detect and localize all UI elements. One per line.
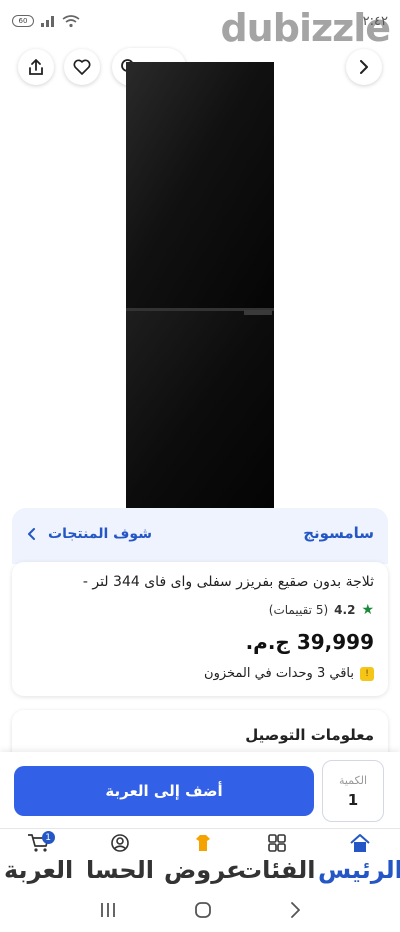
nav-categories[interactable]: الفئات [238,831,315,887]
account-icon [109,831,131,855]
product-price: 39,999 ج.م. [245,630,374,654]
favorite-button[interactable] [64,49,100,85]
see-products-link[interactable]: شوف المنتجات [28,526,152,542]
heart-icon [73,59,91,75]
see-products-label: شوف المنتجات [48,526,152,542]
quantity-label: الكمية [338,773,368,787]
delivery-title: معلومات التوصيل [245,726,374,744]
quantity-value: 1 [347,790,359,809]
product-info-card: ثلاجة بدون صقيع بفريزر سفلى واى فاى 344 … [12,562,388,696]
seller-card: شوف المنتجات سامسونج [12,508,388,564]
quantity-selector[interactable]: الكمية 1 [322,760,384,822]
seller-name[interactable]: سامسونج [303,524,374,542]
share-icon [29,59,43,75]
home-icon [349,831,371,855]
shopping-bag-icon: ! [360,666,374,681]
rating-count: (5 تقييمات) [268,603,329,617]
back-button[interactable] [346,49,382,85]
share-button[interactable] [18,49,54,85]
status-right: ٢:٤٢ [363,14,388,29]
nav-offers-label: عروض [164,856,243,884]
nav-home[interactable]: الرئيس [318,831,400,887]
cart-badge: 1 [41,831,55,844]
signal-icon [41,16,54,27]
status-bar: 60 ٢:٤٢ [0,0,400,42]
battery-icon: 60 [12,15,34,27]
nav-cart-label: العربة [4,856,74,884]
offers-icon [192,831,214,855]
status-time: ٢:٤٢ [362,13,388,29]
status-left: 60 [12,14,80,28]
nav-categories-label: الفئات [238,856,316,884]
system-back-icon[interactable] [289,902,301,918]
stock-text: باقي 3 وحدات في المخزون [204,666,354,681]
product-image[interactable] [126,62,274,508]
recent-apps-icon[interactable] [99,902,117,918]
nav-cart[interactable]: 1 العربة [4,831,73,887]
product-title: ثلاجة بدون صقيع بفريزر سفلى واى فاى 344 … [82,574,374,590]
nav-home-label: الرئيس [318,856,400,884]
nav-offers[interactable]: عروض [164,831,243,887]
rating-value: 4.2 [334,603,356,617]
bottom-navigation: الرئيس الفئات عروض الحسا 1 العربة [0,828,400,888]
cart-icon: 1 [27,831,55,855]
home-circle-icon[interactable] [194,901,212,919]
nav-account-label: الحسا [86,856,154,884]
purchase-bar: أضف إلى العربة الكمية 1 [0,752,400,828]
chevron-right-icon [360,60,368,74]
stock-status: ! باقي 3 وحدات في المخزون [204,666,374,681]
product-rating[interactable]: ★ 4.2 (5 تقييمات) [26,602,374,618]
nav-account[interactable]: الحسا [86,831,154,887]
categories-icon [266,831,288,855]
star-icon: ★ [361,602,374,618]
add-to-cart-button[interactable]: أضف إلى العربة [14,766,314,816]
wifi-icon [62,14,80,27]
chevron-left-icon [28,528,35,540]
system-navigation [0,888,400,932]
